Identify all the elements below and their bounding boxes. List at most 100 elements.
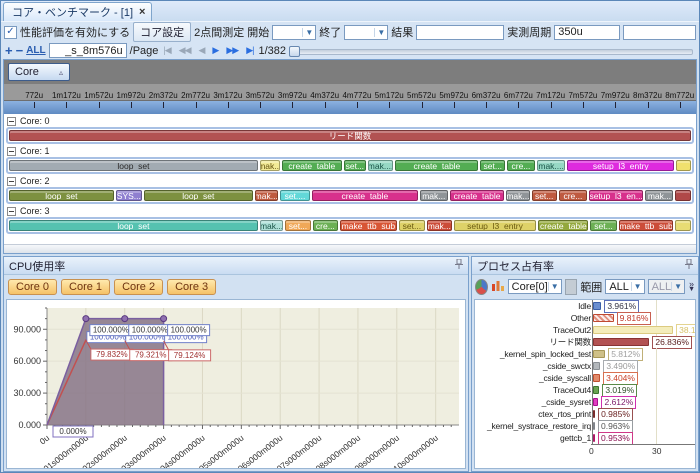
timeline-segment[interactable]: set... (344, 160, 366, 171)
timeline-scrollbar[interactable] (4, 244, 696, 253)
core-settings-button[interactable]: コア設定 (133, 22, 191, 42)
timeline-segment[interactable]: create_table (282, 160, 342, 171)
bar-chart-icon[interactable] (491, 278, 505, 295)
proc-bar[interactable] (593, 422, 595, 430)
timeline-segment[interactable]: make_ttb_sub (619, 220, 674, 231)
range-combobox-2[interactable]: ALL▼ (648, 279, 686, 294)
end-combobox[interactable]: ▼ (344, 25, 388, 40)
collapse-icon[interactable] (7, 177, 16, 186)
extra-field[interactable] (623, 25, 696, 40)
timeline-segment[interactable]: setup_l3_entry (567, 160, 674, 171)
proc-bar[interactable] (593, 326, 673, 334)
zoom-out-button[interactable]: − (16, 43, 24, 58)
timeline-segment[interactable]: create_table (395, 160, 478, 171)
end-label: 終了 (319, 24, 341, 40)
checkbox-enable-performance[interactable]: ✓ (4, 26, 17, 39)
proc-bar[interactable] (593, 434, 595, 442)
timeline-segment[interactable]: mak... (427, 220, 451, 231)
core-select-combobox[interactable]: Core[0]▼ (508, 279, 562, 294)
page-slider[interactable] (289, 46, 693, 55)
close-icon[interactable]: × (139, 6, 145, 18)
page-nav-button[interactable]: |◀ (161, 45, 172, 56)
timeline-segment[interactable]: setup_l3_entry (454, 220, 537, 231)
timeline-segment[interactable]: SYS... (116, 190, 142, 201)
range-combobox[interactable]: ALL▼ (605, 279, 644, 294)
core-rows: Core: 0リード関数Core: 1loop_setmak...create_… (4, 114, 696, 244)
timeline-segment[interactable]: create_table (450, 190, 504, 201)
timeline-segment[interactable] (676, 160, 691, 171)
proc-bar[interactable] (593, 314, 614, 322)
collapse-icon[interactable] (7, 147, 16, 156)
slider-track[interactable] (289, 49, 693, 55)
timeline-segment[interactable]: setup_l3_en... (589, 190, 643, 201)
timeline-segment[interactable]: set... (399, 220, 425, 231)
page-range-field[interactable]: _s_8m576u (49, 43, 127, 58)
page-nav-button[interactable]: ◀ (197, 45, 207, 56)
timeline-segment[interactable]: mak... (420, 190, 448, 201)
timeline-segment[interactable]: set.... (280, 190, 310, 201)
proc-bar[interactable] (593, 386, 599, 394)
timeline-segment[interactable]: loop_set (9, 190, 114, 201)
timeline-segment[interactable]: set... (532, 190, 557, 201)
core-toggle-button[interactable]: Core 2 (114, 279, 163, 295)
timeline-segment[interactable]: cre... (507, 160, 535, 171)
core-toggle-button[interactable]: Core 3 (167, 279, 216, 295)
pin-icon[interactable] (455, 259, 463, 272)
timeline-segment[interactable]: リード関数 (9, 130, 691, 141)
proc-bar[interactable] (593, 362, 600, 370)
timeline-segment[interactable]: create_table (312, 190, 418, 201)
proc-bar[interactable] (593, 350, 605, 358)
timeline-segment[interactable]: loop_set (9, 160, 258, 171)
tab-core-benchmark[interactable]: コア・ベンチマーク - [1] × (3, 2, 152, 21)
page-nav-button[interactable]: ▶| (244, 45, 255, 56)
proc-bar[interactable] (593, 302, 601, 310)
timeline-segment[interactable]: make_ttb_sub (340, 220, 397, 231)
pin-icon[interactable] (685, 259, 693, 272)
page-nav-button[interactable]: ▶▶ (224, 45, 240, 56)
timeline-segment[interactable]: mak... (260, 220, 283, 231)
color-swatch-button[interactable] (565, 279, 578, 295)
zoom-in-button[interactable]: + (5, 43, 13, 58)
proc-bar[interactable] (593, 374, 600, 382)
proc-bar[interactable] (593, 338, 649, 346)
timeline-segment[interactable]: set... (285, 220, 310, 231)
core-column-header-button[interactable]: Core ▵ (8, 63, 70, 81)
checkbox-label: 性能評価を有効にする (20, 24, 130, 40)
timeline-segment[interactable]: set... (480, 160, 505, 171)
timeline-segment[interactable]: mak... (506, 190, 529, 201)
timeline-segment[interactable]: create_table (538, 220, 588, 231)
proc-bar[interactable] (593, 410, 595, 418)
core-toggle-button[interactable]: Core 0 (8, 279, 57, 295)
page-nav-button[interactable]: ◀◀ (177, 45, 193, 56)
slider-thumb[interactable] (289, 46, 300, 57)
overflow-chevron-button[interactable]: »▼ (688, 281, 695, 293)
range-label: 範囲 (580, 279, 602, 295)
timeline-segment[interactable]: cre... (559, 190, 587, 201)
timeline-segment[interactable]: mak... (255, 190, 278, 201)
timeline-segment[interactable]: mak... (645, 190, 673, 201)
chevron-down-icon: ▼ (688, 287, 695, 293)
timeline-segment[interactable]: cre... (313, 220, 338, 231)
core-toggle-button[interactable]: Core 1 (61, 279, 110, 295)
page-nav-button[interactable]: ▶ (210, 45, 220, 56)
timeline-segment[interactable]: loop_set (9, 220, 258, 231)
collapse-icon[interactable] (7, 117, 16, 126)
period-field[interactable]: 350u (554, 25, 620, 40)
timeline-segment[interactable]: set... (590, 220, 616, 231)
collapse-icon[interactable] (7, 207, 16, 216)
timeline-segment[interactable] (675, 190, 691, 201)
start-label: 開始 (247, 24, 269, 40)
timeline-segment[interactable] (675, 220, 691, 231)
pie-chart-icon[interactable] (475, 279, 488, 295)
timeline-segment[interactable]: loop_set (144, 190, 253, 201)
time-ruler-band[interactable] (4, 100, 696, 114)
timeline-segment[interactable]: mak... (260, 160, 280, 171)
timeline-segment[interactable]: mak.... (537, 160, 566, 171)
chevron-down-icon: ▼ (631, 282, 644, 291)
timeline-segment[interactable]: mak.... (368, 160, 394, 171)
ruler-tick-mark (99, 102, 100, 108)
result-field[interactable] (416, 25, 504, 40)
zoom-all-button[interactable]: ALL (26, 45, 45, 56)
proc-bar[interactable] (593, 398, 598, 406)
start-combobox[interactable]: ▼ (272, 25, 316, 40)
